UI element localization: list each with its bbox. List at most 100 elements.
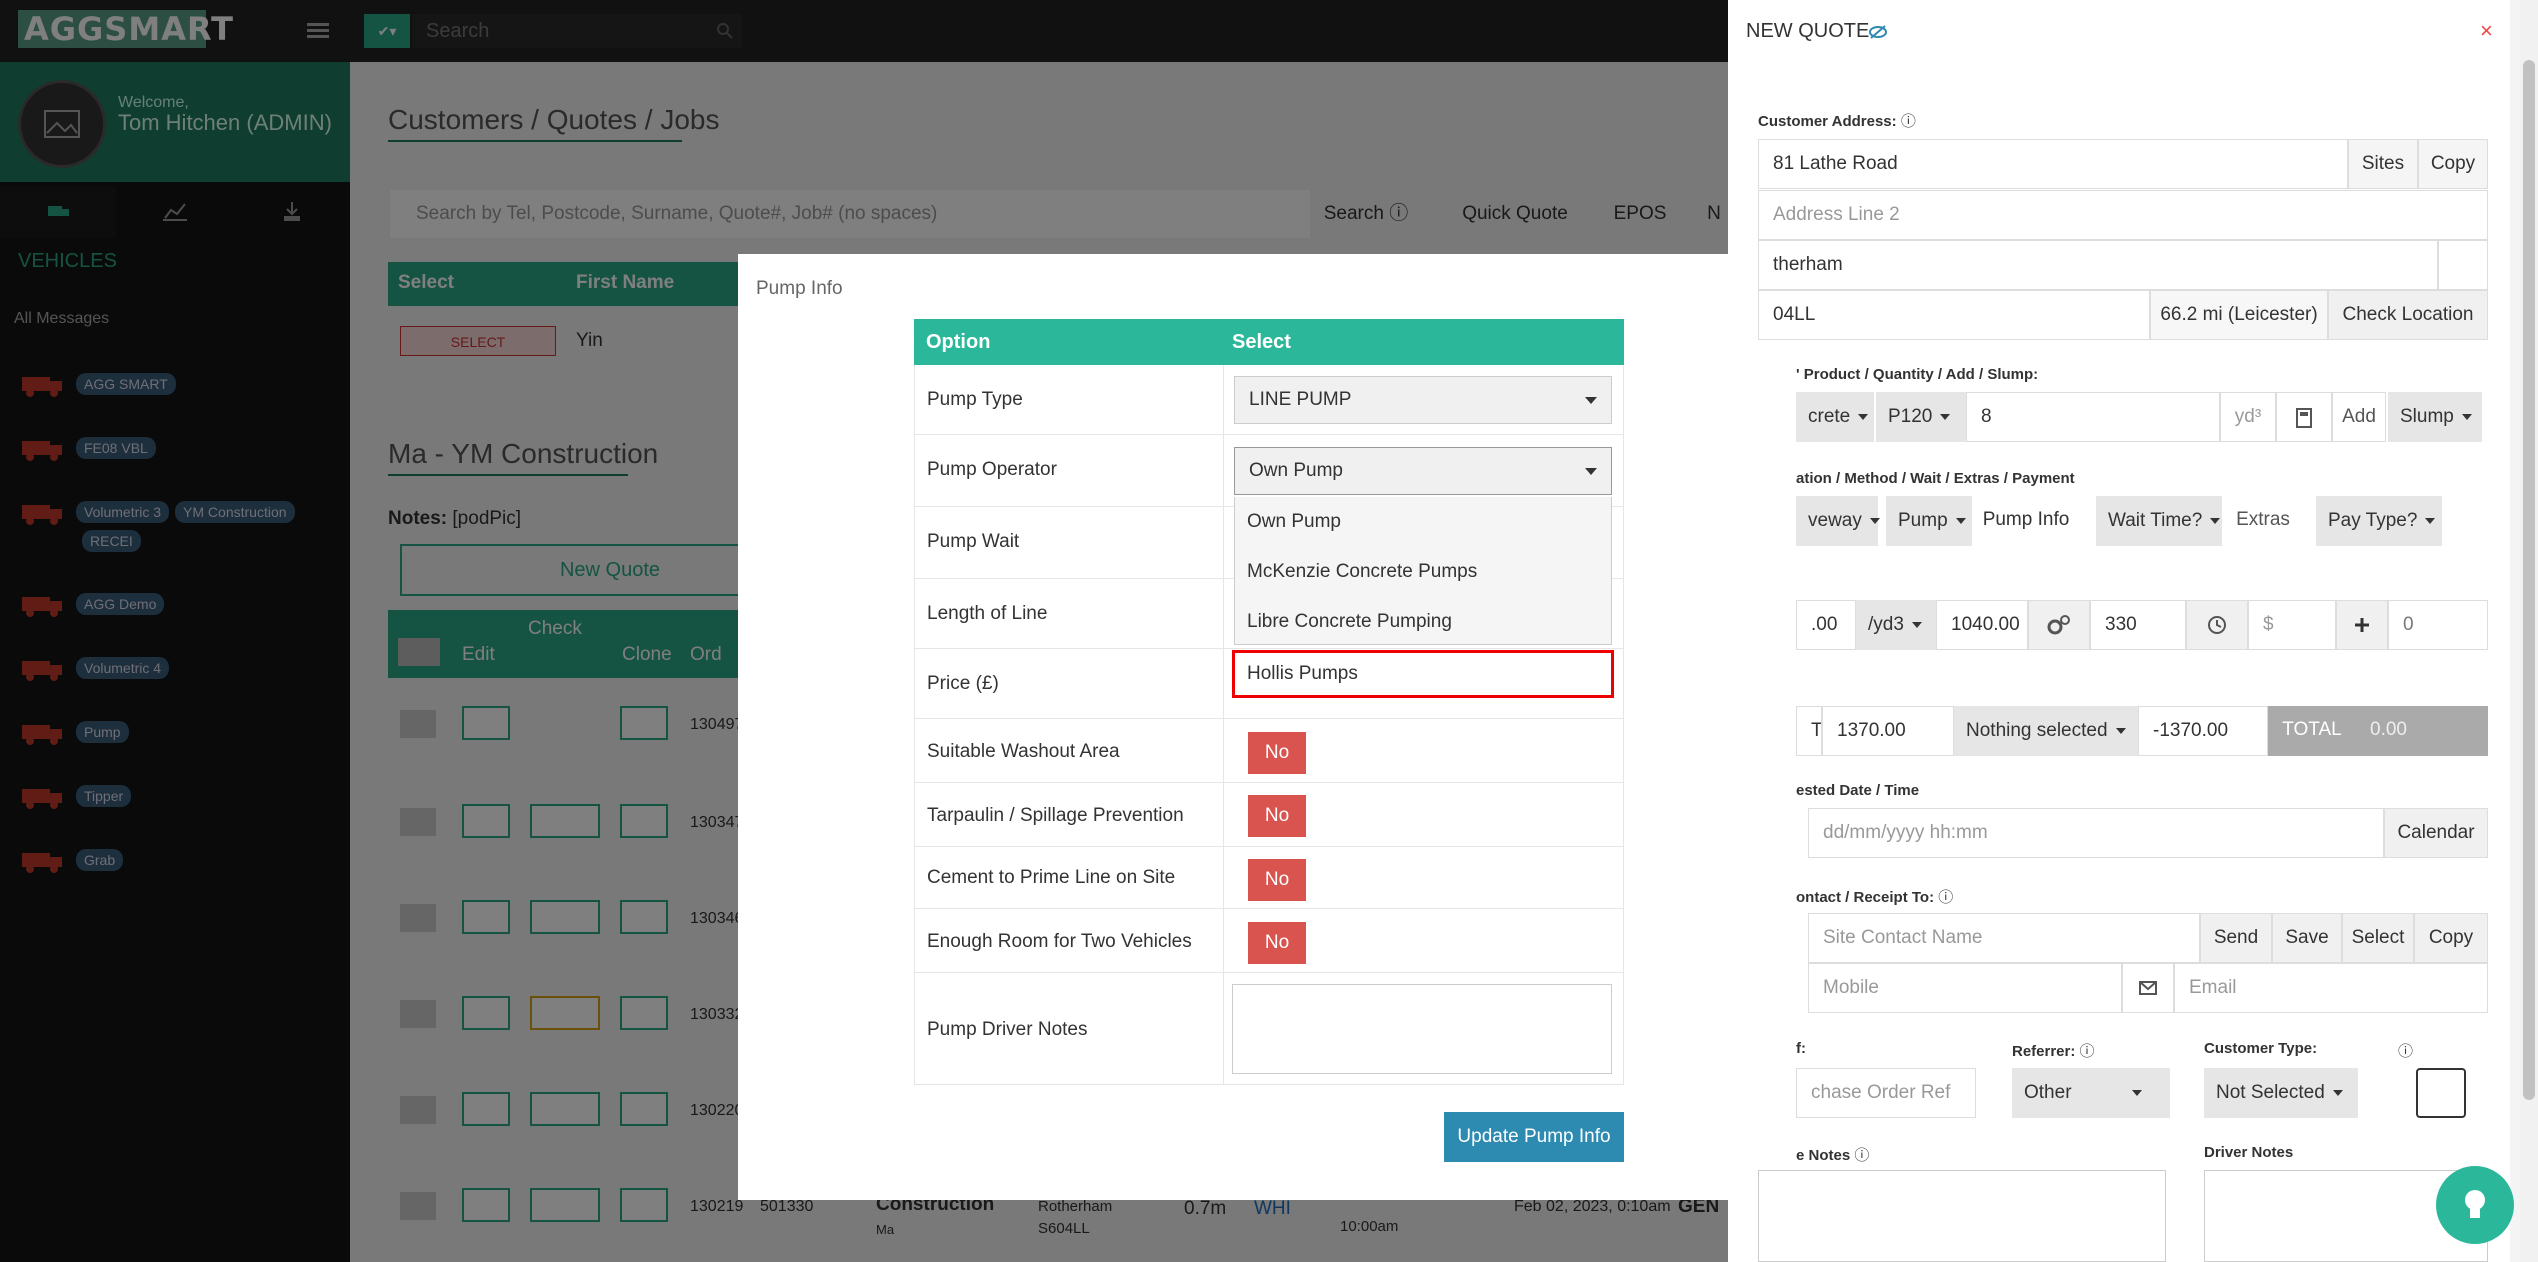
contact-label: ontact / Receipt To: ⓘ (1796, 886, 1953, 907)
location-value: veway (1808, 510, 1862, 531)
pump-info-button[interactable]: Pump Info (1974, 496, 2078, 546)
product-value: crete (1808, 406, 1851, 427)
clock-icon[interactable] (2186, 600, 2248, 650)
discount-input[interactable]: -1370.00 (2138, 706, 2268, 756)
info-icon: ⓘ (1854, 1147, 1870, 1164)
pump-operator-select[interactable]: Own Pump (1234, 447, 1612, 495)
customer-type-checkbox[interactable] (2416, 1068, 2466, 1118)
eye-slash-icon[interactable] (1868, 22, 1888, 42)
sites-button[interactable]: Sites (2348, 139, 2418, 189)
add-button[interactable]: Add (2332, 392, 2386, 442)
row-divider (1223, 507, 1224, 578)
modal-title: Pump Info (756, 278, 843, 299)
purchase-order-input[interactable]: chase Order Ref (1796, 1068, 1976, 1118)
referrer-label-text: Referrer: (2012, 1043, 2076, 1060)
row-divider (1223, 579, 1224, 648)
pump-driver-notes-textarea[interactable] (1232, 984, 1612, 1074)
plus-icon[interactable] (2336, 600, 2388, 650)
vat-label: T (1796, 706, 1822, 756)
tarpaulin-label: Tarpaulin / Spillage Prevention (927, 805, 1184, 826)
driver-notes-label: Driver Notes (2204, 1144, 2294, 1161)
ref-label: f: (1796, 1040, 1806, 1057)
dropdown-option-highlighted[interactable]: Hollis Pumps (1232, 650, 1614, 698)
discount-type-value: Nothing selected (1966, 720, 2108, 741)
lightbulb-help-button[interactable] (2436, 1166, 2514, 1244)
tarpaulin-toggle[interactable]: No (1248, 795, 1306, 837)
notes-label-text: e Notes (1796, 1147, 1851, 1164)
info-icon: ⓘ (2079, 1043, 2095, 1060)
price-unit-value: /yd3 (1868, 614, 1904, 635)
customer-type-dropdown[interactable]: Not Selected (2204, 1068, 2358, 1118)
scrollbar-thumb[interactable] (2523, 60, 2535, 1100)
currency-input[interactable]: $ (2248, 600, 2336, 650)
select-contact-button[interactable]: Select (2342, 913, 2414, 963)
extras-button[interactable]: Extras (2228, 496, 2298, 546)
product-code-dropdown[interactable]: P120 (1876, 392, 1966, 442)
panel-close-button[interactable]: × (2480, 18, 2493, 44)
dropdown-option[interactable]: Libre Concrete Pumping (1247, 611, 1452, 633)
chevron-down-icon (2332, 1089, 2343, 1096)
extra-amount-input[interactable]: 0 (2388, 600, 2488, 650)
quantity-330-input[interactable]: 330 (2090, 600, 2186, 650)
price-unit-dropdown[interactable]: /yd3 (1856, 600, 1936, 650)
chevron-down-icon (2461, 413, 2472, 420)
site-contact-input[interactable]: Site Contact Name (1808, 913, 2200, 963)
copy-address-button[interactable]: Copy (2418, 139, 2488, 189)
price-total-input[interactable]: 1040.00 (1936, 600, 2028, 650)
chevron-down-icon (2115, 727, 2126, 734)
customer-address-label: Customer Address: ⓘ (1758, 110, 1916, 131)
dropdown-option[interactable]: McKenzie Concrete Pumps (1247, 561, 1477, 583)
pump-operator-value: Own Pump (1249, 460, 1343, 481)
date-input[interactable]: dd/mm/yyyy hh:mm (1808, 808, 2384, 858)
price-partial-input[interactable]: .00 (1796, 600, 1856, 650)
location-dropdown[interactable]: veway (1796, 496, 1880, 546)
save-contact-button[interactable]: Save (2272, 913, 2342, 963)
vat-amount-input[interactable]: 1370.00 (1822, 706, 1954, 756)
total-value: 0.00 (2356, 706, 2488, 756)
room-toggle[interactable]: No (1248, 922, 1306, 964)
notes-label: e Notes ⓘ (1796, 1144, 1869, 1165)
quantity-input[interactable]: 8 (1966, 392, 2220, 442)
driver-notes-label: Pump Driver Notes (927, 1019, 1088, 1040)
distance-display: 66.2 mi (Leicester) (2150, 290, 2328, 340)
chevron-down-icon (2210, 517, 2221, 524)
city-extra-input[interactable] (2438, 240, 2488, 290)
copy-contact-button[interactable]: Copy (2414, 913, 2488, 963)
check-location-button[interactable]: Check Location (2328, 290, 2488, 340)
send-button[interactable]: Send (2200, 913, 2272, 963)
gears-icon[interactable] (2028, 600, 2090, 650)
pump-type-select[interactable]: LINE PUMP (1234, 376, 1612, 424)
pay-type-dropdown[interactable]: Pay Type? (2316, 496, 2442, 546)
address-line1-input[interactable]: 81 Lathe Road (1758, 139, 2348, 189)
calculator-icon[interactable] (2276, 392, 2332, 442)
calendar-button[interactable]: Calendar (2384, 808, 2488, 858)
row-divider (1223, 365, 1224, 434)
washout-toggle[interactable]: No (1248, 732, 1306, 774)
envelope-icon[interactable] (2122, 963, 2174, 1013)
email-input[interactable]: Email (2174, 963, 2488, 1013)
referrer-dropdown[interactable]: Other (2012, 1068, 2170, 1118)
lightbulb-icon (2465, 1190, 2485, 1218)
select-column-header: Select (1232, 331, 1291, 353)
customer-type-value: Not Selected (2216, 1082, 2325, 1103)
discount-type-dropdown[interactable]: Nothing selected (1954, 706, 2138, 756)
wait-time-dropdown[interactable]: Wait Time? (2096, 496, 2222, 546)
notes-textarea[interactable] (1758, 1170, 2166, 1262)
slump-dropdown[interactable]: Slump (2388, 392, 2482, 442)
city-input[interactable]: therham (1758, 240, 2438, 290)
dropdown-option[interactable]: Own Pump (1247, 511, 1341, 533)
method-dropdown[interactable]: Pump (1886, 496, 1972, 546)
total-label: TOTAL (2268, 706, 2356, 756)
mobile-input[interactable]: Mobile (1808, 963, 2122, 1013)
panel-title: NEW QUOTE (1746, 20, 1870, 42)
pump-type-label: Pump Type (927, 389, 1023, 410)
chevron-down-icon (1585, 468, 1597, 475)
product-dropdown[interactable]: crete (1796, 392, 1874, 442)
chevron-down-icon (1911, 621, 1922, 628)
cement-label: Cement to Prime Line on Site (927, 867, 1176, 888)
washout-label: Suitable Washout Area (927, 741, 1120, 762)
postcode-input[interactable]: 04LL (1758, 290, 2150, 340)
update-pump-info-button[interactable]: Update Pump Info (1444, 1112, 1624, 1162)
cement-toggle[interactable]: No (1248, 859, 1306, 901)
address-line2-input[interactable]: Address Line 2 (1758, 190, 2488, 240)
